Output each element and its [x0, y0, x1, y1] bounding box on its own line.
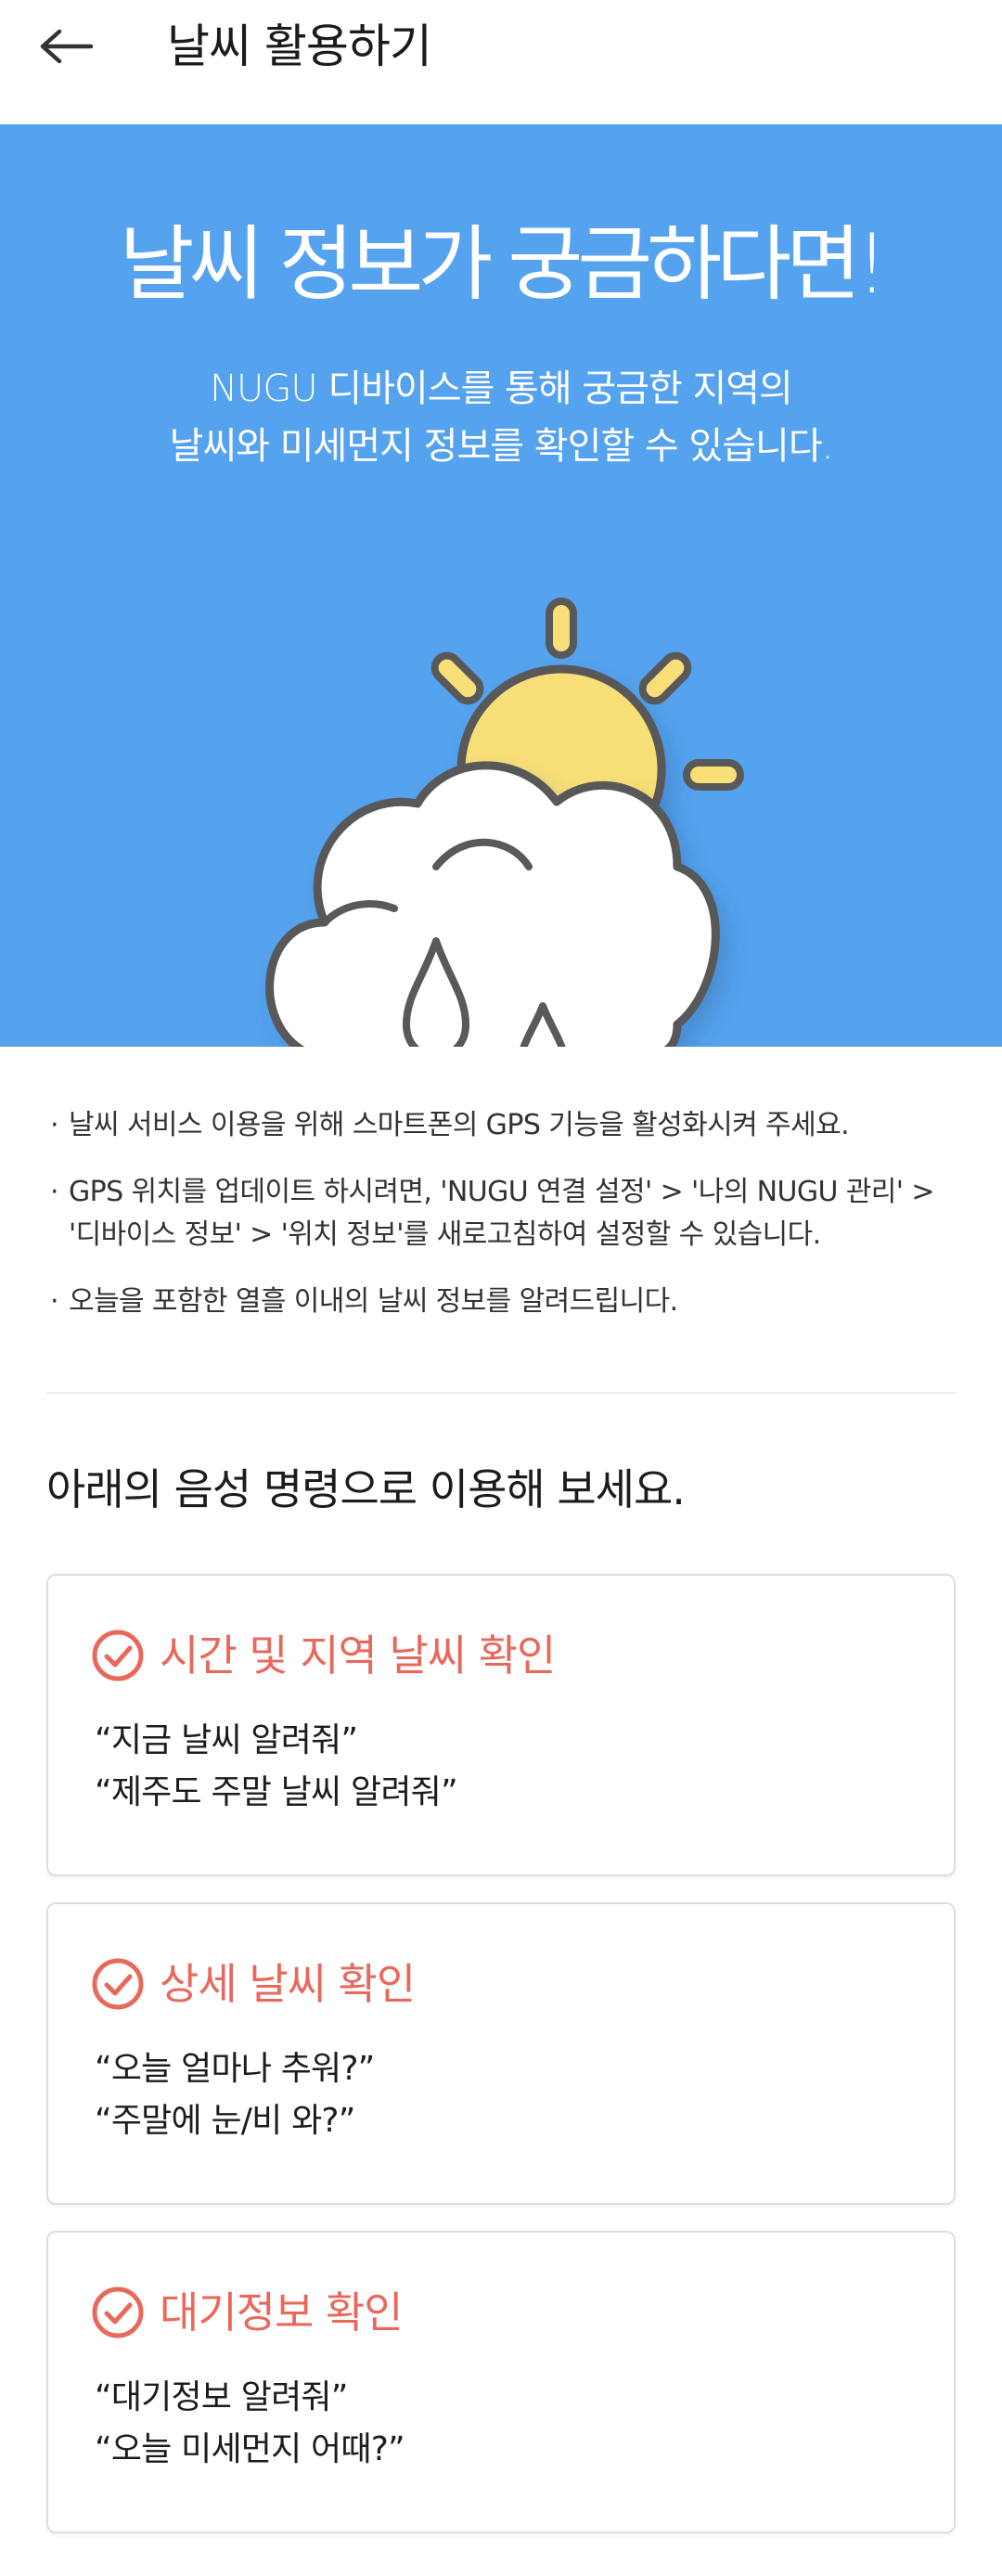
notice-text: 오늘을 포함한 열흘 이내의 날씨 정보를 알려드립니다.: [69, 1285, 678, 1318]
card-title: 상세 날씨 확인: [160, 1959, 416, 2009]
sun-cloud-rain-icon: [265, 598, 744, 1047]
check-circle-icon: [92, 2286, 144, 2338]
notice-text: 날씨 서비스 이용을 위해 스마트폰의 GPS 기능을 활성화시켜 주세요.: [69, 1109, 850, 1141]
hero-subtitle-line: NUGU 디바이스를 통해 궁금한 지역의: [210, 367, 793, 410]
section-title: 아래의 음성 명령으로 이용해 보세요.: [46, 1464, 686, 1514]
command-example: “대기정보 알려줘”: [95, 2378, 348, 2416]
back-button[interactable]: [20, 11, 113, 82]
card-title: 시간 및 지역 날씨 확인: [160, 1630, 556, 1681]
card-header: 시간 및 지역 날씨 확인: [91, 1622, 556, 1689]
command-examples: “오늘 얼마나 추워?” “주말에 눈/비 와?”: [95, 2043, 375, 2147]
card-title: 대기정보 확인: [160, 2287, 404, 2338]
command-examples: “지금 날씨 알려줘” “제주도 주말 날씨 알려줘”: [95, 1715, 458, 1819]
command-example: “오늘 얼마나 추워?”: [95, 2050, 375, 2088]
voice-command-card[interactable]: 상세 날씨 확인 “오늘 얼마나 추워?” “주말에 눈/비 와?”: [46, 1902, 956, 2205]
hero-banner: 날씨 정보가 궁금하다면! NUGU 디바이스를 통해 궁금한 지역의 날씨와 …: [0, 124, 1002, 1047]
app-bar: 날씨 활용하기: [0, 0, 1002, 124]
check-circle-icon: [92, 1629, 144, 1681]
notice-item: · GPS 위치를 업데이트 하시려면, 'NUGU 연결 설정' > '나의 …: [50, 1171, 969, 1256]
card-header: 대기정보 확인: [91, 2279, 404, 2346]
hero-title: 날씨 정보가 궁금하다면!: [119, 216, 889, 312]
voice-command-card[interactable]: 시간 및 지역 날씨 확인 “지금 날씨 알려줘” “제주도 주말 날씨 알려줘…: [46, 1574, 956, 1876]
arrow-left-icon: [40, 29, 94, 64]
notice-item: · 오늘을 포함한 열흘 이내의 날씨 정보를 알려드립니다.: [50, 1281, 969, 1323]
command-examples: “대기정보 알려줘” “오늘 미세먼지 어때?”: [95, 2372, 405, 2476]
command-example: “주말에 눈/비 와?”: [95, 2102, 355, 2140]
notice-item: · 날씨 서비스 이용을 위해 스마트폰의 GPS 기능을 활성화시켜 주세요.: [50, 1104, 969, 1147]
command-example: “오늘 미세먼지 어때?”: [95, 2430, 405, 2468]
hero-subtitle: NUGU 디바이스를 통해 궁금한 지역의 날씨와 미세먼지 정보를 확인할 수…: [0, 360, 1002, 475]
divider: [46, 1392, 956, 1394]
page-title: 날씨 활용하기: [167, 19, 432, 73]
card-header: 상세 날씨 확인: [91, 1951, 416, 2017]
notice-list: · 날씨 서비스 이용을 위해 스마트폰의 GPS 기능을 활성화시켜 주세요.…: [50, 1104, 969, 1347]
hero-subtitle-line: 날씨와 미세먼지 정보를 확인할 수 있습니다.: [169, 425, 834, 468]
bullet: ·: [50, 1285, 59, 1318]
command-example: “지금 날씨 알려줘”: [95, 1721, 358, 1759]
check-circle-icon: [92, 1958, 144, 2010]
voice-command-card[interactable]: 대기정보 확인 “대기정보 알려줘” “오늘 미세먼지 어때?”: [46, 2231, 956, 2533]
bullet: ·: [50, 1109, 59, 1141]
command-example: “제주도 주말 날씨 알려줘”: [95, 1773, 458, 1811]
notice-text: GPS 위치를 업데이트 하시려면, 'NUGU 연결 설정' > '나의 NU…: [69, 1176, 934, 1251]
bullet: ·: [50, 1176, 59, 1208]
